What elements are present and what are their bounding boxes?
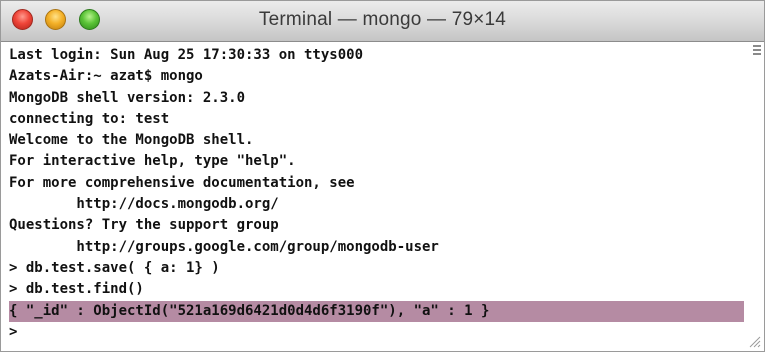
terminal-line: For more comprehensive documentation, se… xyxy=(9,174,355,191)
terminal-line: Welcome to the MongoDB shell. xyxy=(9,132,254,149)
scroll-indicator-icon[interactable] xyxy=(753,45,761,55)
window-title: Terminal — mongo — 79×14 xyxy=(258,9,507,30)
terminal-line: http://docs.mongodb.org/ xyxy=(9,196,279,213)
terminal-line: Questions? Try the support group xyxy=(9,217,279,234)
terminal-line: > db.test.save( { a: 1} ) xyxy=(9,259,220,276)
terminal-line: Azats-Air:~ azat$ mongo xyxy=(9,68,203,85)
terminal-line: MongoDB shell version: 2.3.0 xyxy=(9,89,246,106)
terminal-prompt-line[interactable]: > xyxy=(9,322,744,343)
resize-grip-icon[interactable] xyxy=(747,334,761,348)
terminal-output[interactable]: Last login: Sun Aug 25 17:30:33 on ttys0… xyxy=(9,45,744,349)
terminal-line: Last login: Sun Aug 25 17:30:33 on ttys0… xyxy=(9,47,364,63)
title-bar[interactable]: Terminal — mongo — 79×14 xyxy=(1,1,764,42)
terminal-line: > db.test.find() xyxy=(9,281,144,298)
terminal-line: For interactive help, type "help". xyxy=(9,153,296,170)
terminal-window: Terminal — mongo — 79×14 Last login: Sun… xyxy=(0,0,765,352)
terminal-line: connecting to: test xyxy=(9,110,170,127)
selected-result-line: { "_id" : ObjectId("521a169d6421d0d4d6f3… xyxy=(9,300,744,322)
terminal-line: http://groups.google.com/group/mongodb-u… xyxy=(9,238,439,255)
